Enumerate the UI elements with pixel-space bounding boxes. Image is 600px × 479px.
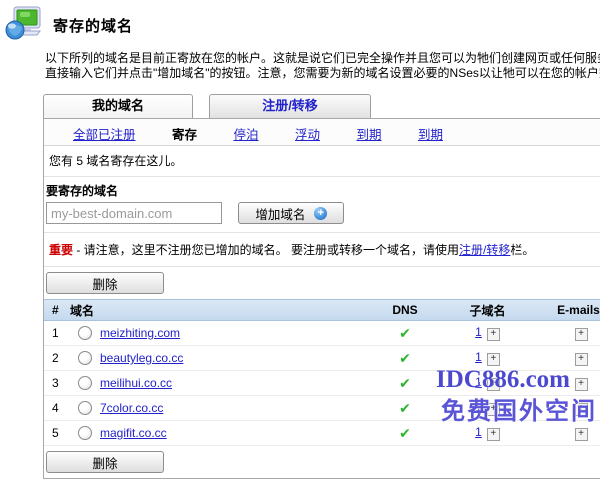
dns-ok-check-icon: ✔ xyxy=(399,375,411,391)
table-header-row: # 域名 DNS 子域名 E-mails xyxy=(44,299,600,321)
add-domain-section: 要寄存的域名 增加域名 + xyxy=(44,177,600,233)
register-transfer-link[interactable]: 注册/转移 xyxy=(459,243,510,257)
tab-register-transfer[interactable]: 注册/转移 xyxy=(209,94,371,118)
subnav-parked-current: 寄存 xyxy=(172,128,197,142)
subnav-parked-link[interactable]: 停泊 xyxy=(234,128,259,142)
table-row: 3 meilihui.co.cc ✔ 1 + + xyxy=(44,371,600,396)
dns-ok-check-icon: ✔ xyxy=(399,425,411,441)
subdomain-count-link[interactable]: 1 xyxy=(475,400,482,414)
col-header-domain: 域名 xyxy=(70,302,370,319)
col-header-emails: E-mails xyxy=(535,303,600,317)
page-header: 寄存的域名 xyxy=(0,0,600,46)
subdomain-count-link[interactable]: 1 xyxy=(475,425,482,439)
subdomain-count-link[interactable]: 1 xyxy=(475,325,482,339)
domain-link[interactable]: magifit.co.cc xyxy=(100,426,167,440)
col-header-subdomain: 子域名 xyxy=(440,302,535,319)
subdomain-count-link[interactable]: 1 xyxy=(475,375,482,389)
computer-globe-icon xyxy=(4,4,44,47)
delete-row-top: 删除 xyxy=(44,267,600,299)
subdomain-count-link[interactable]: 1 xyxy=(475,350,482,364)
add-email-icon[interactable]: + xyxy=(575,328,588,341)
add-subdomain-icon[interactable]: + xyxy=(487,378,500,391)
domain-name-input[interactable] xyxy=(46,202,222,224)
add-domain-label: 要寄存的域名 xyxy=(46,182,600,199)
domain-link[interactable]: beautyleg.co.cc xyxy=(100,351,183,365)
subnav: 全部已注册 寄存 停泊 浮动 到期 到期 xyxy=(44,119,600,146)
dns-ok-check-icon: ✔ xyxy=(399,350,411,366)
col-header-number: # xyxy=(44,303,70,317)
subnav-expiring-link-1[interactable]: 到期 xyxy=(357,128,382,142)
table-row: 1 meizhiting.com ✔ 1 + + xyxy=(44,321,600,346)
intro-line-2: 直接输入它们并点击"增加域名"的按钮。注意，您需要为新的域名设置必要的NSes以… xyxy=(45,66,600,81)
add-email-icon[interactable]: + xyxy=(575,403,588,416)
intro-paragraph: 以下所列的域名是目前正寄放在您的帐户。这就是说它们已完全操作并且您可以为牠们创建… xyxy=(45,51,600,81)
notice-text: - 请注意，这里不注册您已增加的域名。 要注册或转移一个域名，请使用 xyxy=(73,243,459,257)
add-subdomain-icon[interactable]: + xyxy=(487,328,500,341)
domain-count-summary: 您有 5 域名寄存在这儿。 xyxy=(44,146,600,177)
add-subdomain-icon[interactable]: + xyxy=(487,403,500,416)
add-domain-button[interactable]: 增加域名 + xyxy=(238,202,344,224)
subnav-floating-link[interactable]: 浮动 xyxy=(295,128,320,142)
row-number: 1 xyxy=(44,326,70,340)
table-row: 4 7color.co.cc ✔ 1 + + xyxy=(44,396,600,421)
tab-my-domains[interactable]: 我的域名 xyxy=(43,94,193,118)
delete-row-bottom: 删除 xyxy=(44,446,600,478)
important-label: 重要 xyxy=(49,243,73,257)
important-notice: 重要 - 请注意，这里不注册您已增加的域名。 要注册或转移一个域名，请使用注册/… xyxy=(44,233,600,267)
add-domain-button-label: 增加域名 xyxy=(255,204,305,223)
delete-button-top[interactable]: 删除 xyxy=(46,272,164,294)
domain-link[interactable]: meizhiting.com xyxy=(100,326,180,340)
domain-link[interactable]: meilihui.co.cc xyxy=(100,376,172,390)
domain-select-radio[interactable] xyxy=(78,326,92,340)
tab-bar: 我的域名 注册/转移 xyxy=(43,94,600,118)
dns-ok-check-icon: ✔ xyxy=(399,325,411,341)
row-number: 5 xyxy=(44,426,70,440)
page-title: 寄存的域名 xyxy=(53,15,133,36)
add-email-icon[interactable]: + xyxy=(575,353,588,366)
table-row: 2 beautyleg.co.cc ✔ 1 + + xyxy=(44,346,600,371)
dns-ok-check-icon: ✔ xyxy=(399,400,411,416)
domain-select-radio[interactable] xyxy=(78,351,92,365)
domains-panel: 全部已注册 寄存 停泊 浮动 到期 到期 您有 5 域名寄存在这儿。 要寄存的域… xyxy=(43,118,600,479)
subnav-all-registered[interactable]: 全部已注册 xyxy=(73,128,136,142)
col-header-dns: DNS xyxy=(370,303,440,317)
intro-line-1: 以下所列的域名是目前正寄放在您的帐户。这就是说它们已完全操作并且您可以为牠们创建… xyxy=(45,51,600,66)
domain-select-radio[interactable] xyxy=(78,401,92,415)
add-plus-icon: + xyxy=(314,207,327,220)
add-email-icon[interactable]: + xyxy=(575,378,588,391)
domain-select-radio[interactable] xyxy=(78,376,92,390)
domain-link[interactable]: 7color.co.cc xyxy=(100,401,163,415)
row-number: 4 xyxy=(44,401,70,415)
row-number: 2 xyxy=(44,351,70,365)
domain-select-radio[interactable] xyxy=(78,426,92,440)
table-row: 5 magifit.co.cc ✔ 1+ + xyxy=(44,421,600,446)
subnav-expiring-link-2[interactable]: 到期 xyxy=(418,128,443,142)
notice-suffix: 栏。 xyxy=(510,243,534,257)
add-subdomain-icon[interactable]: + xyxy=(487,353,500,366)
delete-button-bottom[interactable]: 删除 xyxy=(46,451,164,473)
row-number: 3 xyxy=(44,376,70,390)
